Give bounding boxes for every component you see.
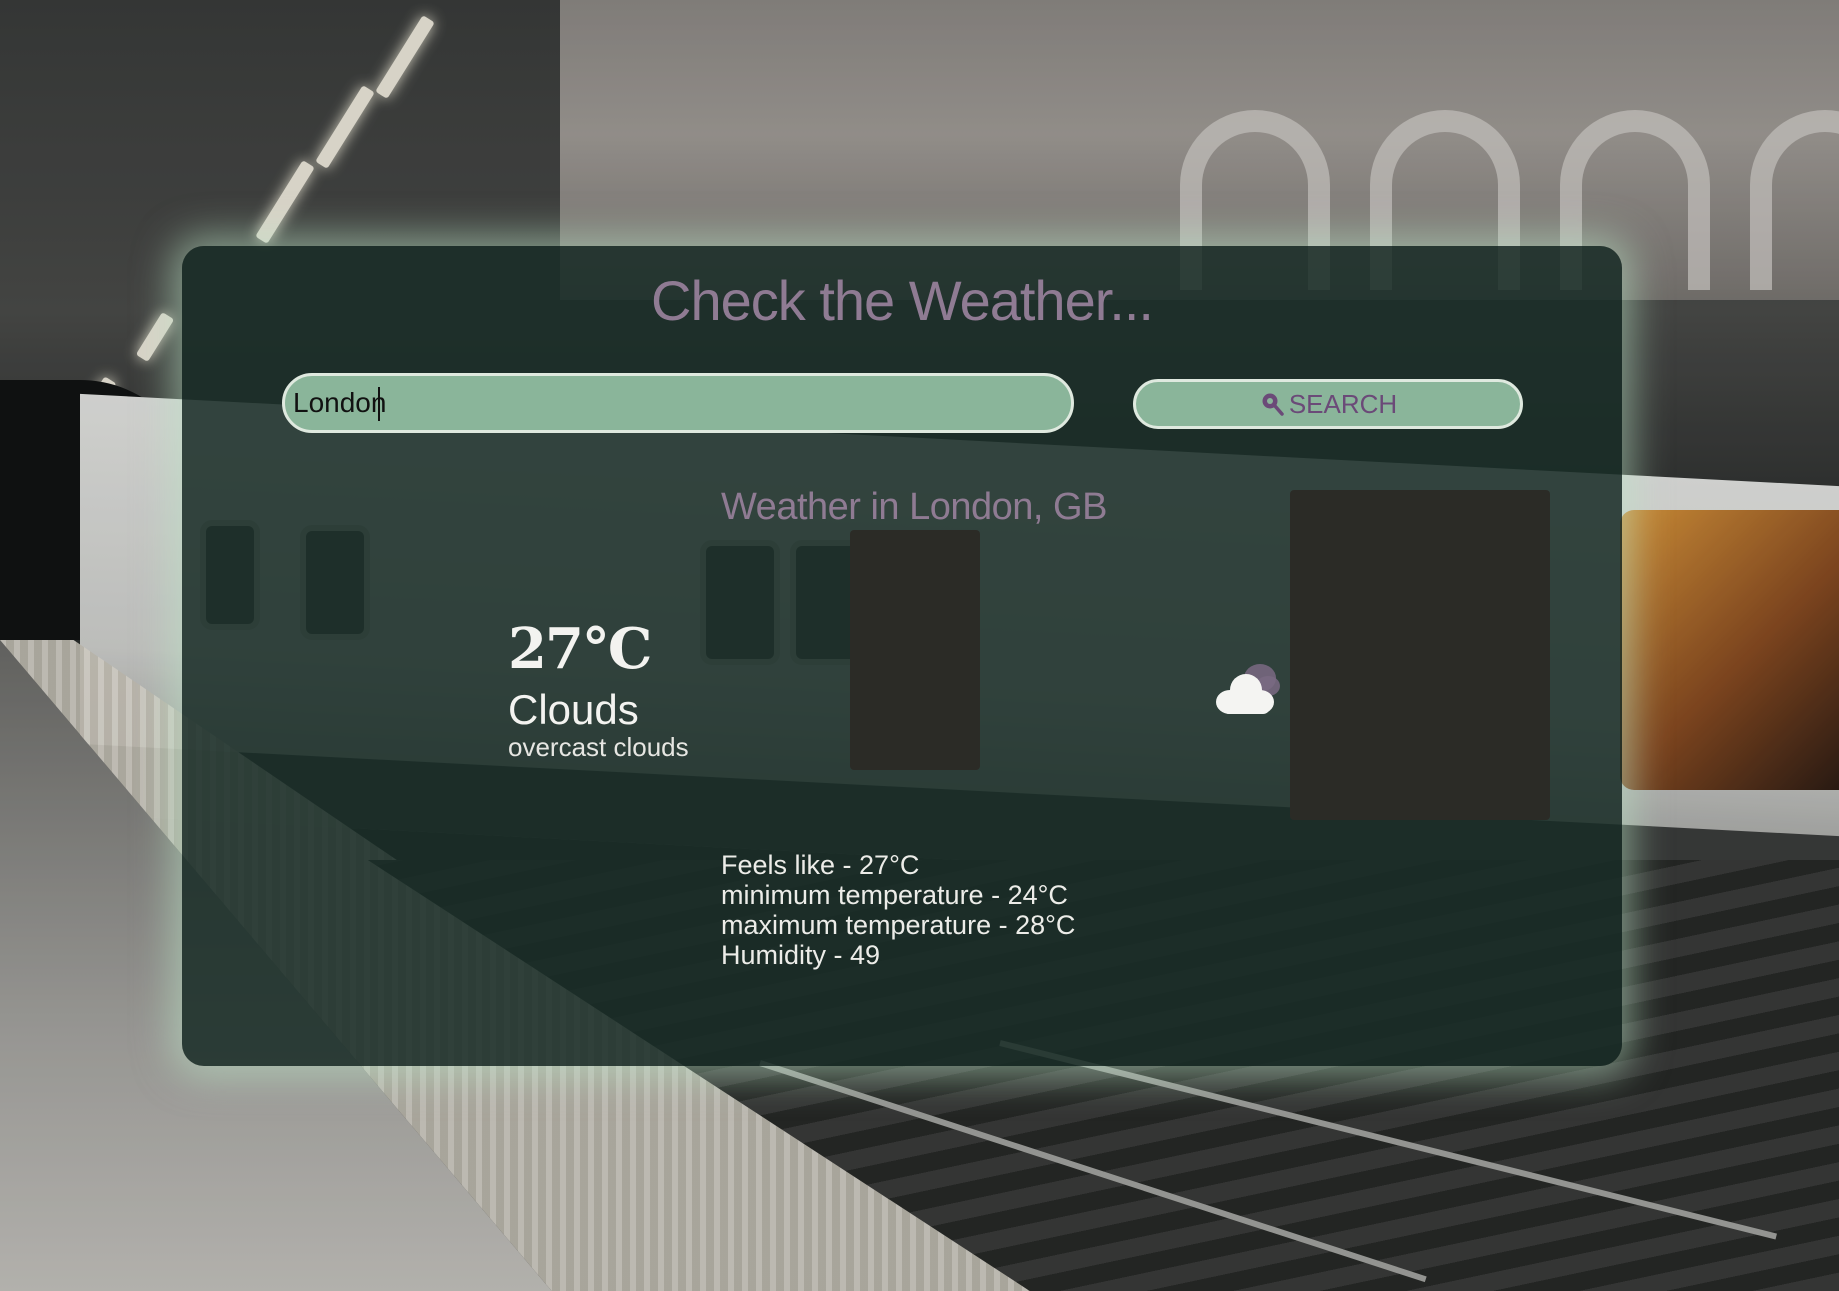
location-heading: Weather in London, GB <box>721 486 1107 528</box>
temperature-value: 27°C <box>508 616 652 682</box>
search-button-label: SEARCH <box>1288 388 1398 419</box>
weather-card: Check the Weather... SEARCH Weather in L… <box>182 246 1622 1066</box>
feels-like: Feels like - 27°C <box>721 850 920 880</box>
page-title: Check the Weather... <box>651 269 1154 332</box>
cloud-icon <box>1208 656 1286 720</box>
weather-condition: Clouds <box>508 686 639 733</box>
humidity: Humidity - 49 <box>721 940 881 970</box>
weather-details: Feels like - 27°C minimum temperature - … <box>721 850 1075 970</box>
search-location-icon <box>1259 391 1285 417</box>
min-temperature: minimum temperature - 24°C <box>721 880 1068 910</box>
search-button[interactable]: SEARCH <box>1133 379 1523 429</box>
weather-app: Check the Weather... SEARCH Weather in L… <box>0 0 1839 1291</box>
city-search-input[interactable] <box>282 373 1074 433</box>
max-temperature: maximum temperature - 28°C <box>721 910 1076 940</box>
weather-description: overcast clouds <box>508 732 689 762</box>
text-cursor <box>378 387 380 421</box>
